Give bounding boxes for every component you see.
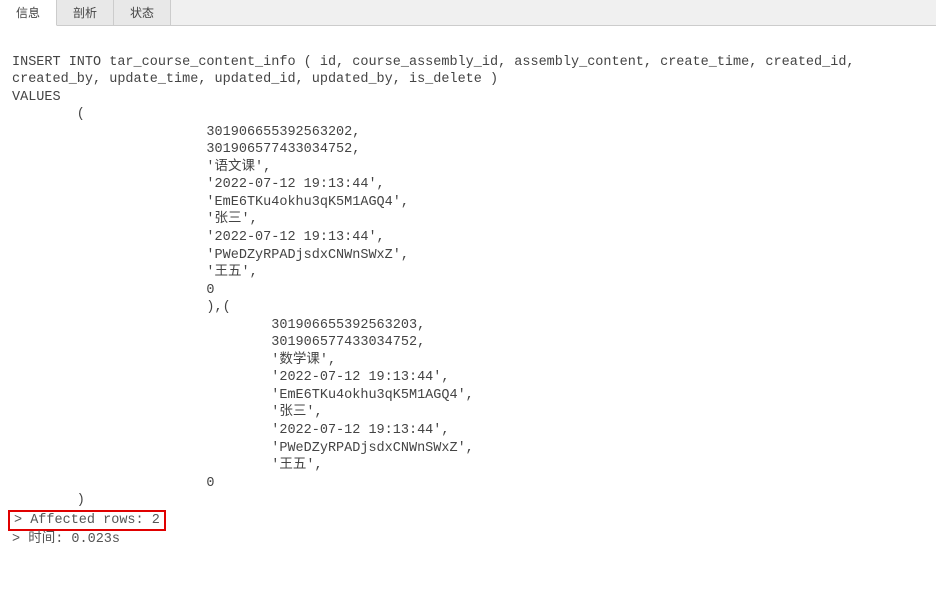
sql-value: '张三', xyxy=(12,405,323,420)
sql-value: 'EmE6TKu4okhu3qK5M1AGQ4', xyxy=(12,195,409,210)
sql-line: VALUES xyxy=(12,90,61,105)
sql-value: 'EmE6TKu4okhu3qK5M1AGQ4', xyxy=(12,388,474,403)
sql-value: 'PWeDZyRPADjsdxCNWnSWxZ', xyxy=(12,441,474,456)
sql-value: '张三', xyxy=(12,212,258,227)
sql-value: 0 xyxy=(12,476,223,491)
sql-value: ),( xyxy=(12,300,231,315)
sql-value: 301906577433034752, xyxy=(12,335,425,350)
sql-value: 'PWeDZyRPADjsdxCNWnSWxZ', xyxy=(12,248,409,263)
elapsed-time-text: > 时间: 0.023s xyxy=(12,532,120,547)
sql-value: '语文课', xyxy=(12,160,271,175)
sql-value: '数学课', xyxy=(12,353,336,368)
sql-value: '王五', xyxy=(12,265,258,280)
tab-info[interactable]: 信息 xyxy=(0,0,57,26)
sql-value: 0 xyxy=(12,283,223,298)
sql-line: created_by, update_time, updated_id, upd… xyxy=(12,72,498,87)
sql-value: '王五', xyxy=(12,458,323,473)
sql-value: '2022-07-12 19:13:44', xyxy=(12,423,449,438)
sql-value: '2022-07-12 19:13:44', xyxy=(12,370,449,385)
tab-bar: 信息 剖析 状态 xyxy=(0,0,936,26)
sql-value: 301906655392563202, xyxy=(12,125,360,140)
sql-value: '2022-07-12 19:13:44', xyxy=(12,230,385,245)
tab-profile[interactable]: 剖析 xyxy=(57,0,114,25)
sql-value: '2022-07-12 19:13:44', xyxy=(12,177,385,192)
sql-output: INSERT INTO tar_course_content_info ( id… xyxy=(0,26,936,559)
sql-line: ( xyxy=(12,107,85,122)
sql-value: 301906655392563203, xyxy=(12,318,425,333)
affected-rows-highlight: > Affected rows: 2 xyxy=(8,510,166,532)
tab-status[interactable]: 状态 xyxy=(114,0,171,25)
sql-line: INSERT INTO tar_course_content_info ( id… xyxy=(12,55,855,70)
affected-rows-text: > Affected rows: 2 xyxy=(14,513,160,528)
sql-value: 301906577433034752, xyxy=(12,142,360,157)
sql-line: ) xyxy=(12,493,85,508)
